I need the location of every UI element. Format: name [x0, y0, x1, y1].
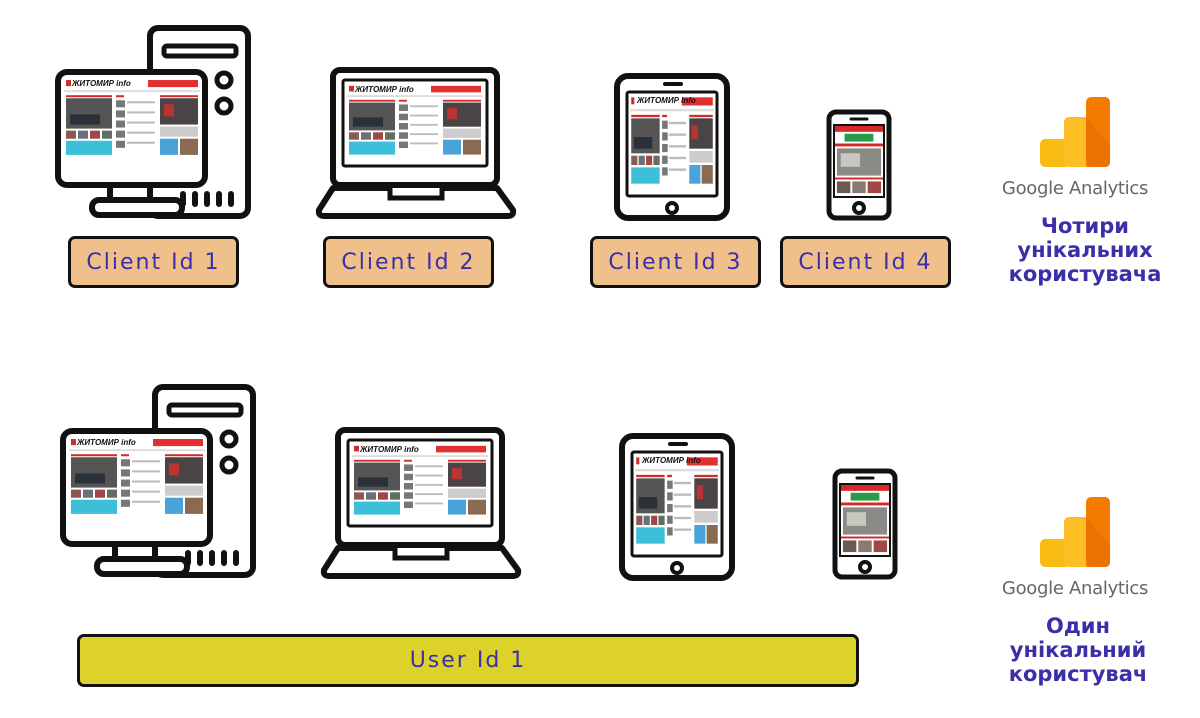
client-id-label-2: Client Id 2	[323, 236, 494, 288]
unique-users-caption: Чотири унікальних користувача	[985, 214, 1185, 286]
google-analytics-name: Google Analytics	[1001, 578, 1149, 599]
site-logo-text: ЖИТОМИР info	[71, 79, 131, 88]
google-analytics-logo-icon	[1040, 97, 1110, 167]
caption-line: Один	[1045, 614, 1111, 638]
diagram-canvas: ЖИТОМИР info ЖИТОМИР info ЖИТОМИР info Ж…	[0, 0, 1110, 718]
caption-line: користувача	[1008, 262, 1162, 286]
laptop-icon	[319, 70, 513, 216]
site-logo-text: ЖИТОМИР info	[636, 96, 696, 105]
desktop-icon	[63, 387, 253, 575]
client-id-label-4: Client Id 4	[780, 236, 951, 288]
laptop-icon	[324, 430, 518, 576]
client-id-label-3: Client Id 3	[590, 236, 761, 288]
site-logo-text: ЖИТОМИР info	[76, 438, 136, 447]
caption-line: унікальний	[1009, 638, 1147, 662]
google-analytics-logo-icon	[1040, 497, 1110, 567]
site-logo-text: ЖИТОМИР info	[641, 456, 701, 465]
client-id-label-1: Client Id 1	[68, 236, 239, 288]
caption-line: унікальних	[1017, 238, 1153, 262]
site-logo-text: ЖИТОМИР info	[354, 85, 414, 94]
phone-icon	[829, 112, 889, 218]
caption-line: користувач	[1008, 662, 1148, 686]
unique-user-caption: Один унікальний користувач	[978, 614, 1178, 686]
site-logo-text: ЖИТОМИР info	[359, 445, 419, 454]
caption-line: Чотири	[1040, 214, 1130, 238]
google-analytics-name: Google Analytics	[1001, 178, 1149, 199]
phone-icon	[835, 471, 895, 577]
desktop-icon	[58, 28, 248, 216]
user-id-bar: User Id 1	[77, 634, 859, 687]
